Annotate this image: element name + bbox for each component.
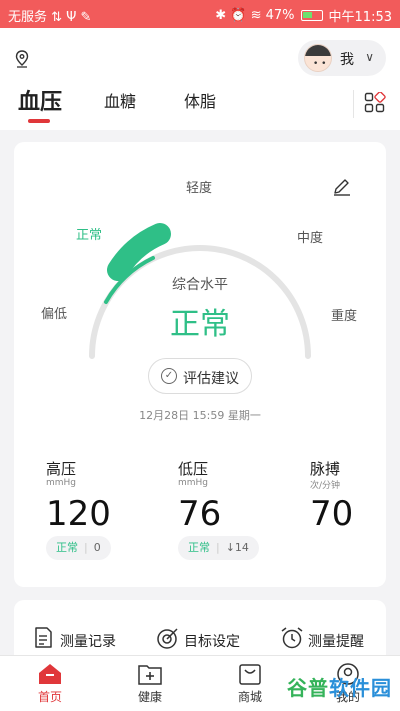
battery-icon [300,10,323,21]
metric-diastolic[interactable]: 低压 mmHg 76 正常 | ↓14 [178,458,298,568]
metric-systolic[interactable]: 高压 mmHg 120 正常 | 0 [46,458,166,568]
home-icon [39,664,61,684]
status-text: 正常 [188,541,210,554]
clock: 中午11:53 [328,10,392,25]
metric-value: 120 [46,494,111,534]
tab-blood-pressure[interactable]: 血压 [18,84,62,116]
metric-pulse[interactable]: 脉搏 次/分钟 70 [310,458,370,568]
check-circle-icon: ✓ [161,368,177,384]
gauge-caption: 综合水平 [172,277,228,293]
user-name: 我 [340,52,354,68]
advice-button-label: 评估建议 [183,371,239,387]
metric-unit: mmHg [46,478,77,488]
tabbar-label: 健康 [137,690,162,704]
tool-label: 目标设定 [184,634,240,650]
status-icons: ✱ ⏰ ≋ 47% [215,8,295,23]
watermark-logo: 谷普软件园 [287,676,392,700]
tabbar-health[interactable]: 健康 [120,662,180,705]
metric-unit: 次/分钟 [310,481,341,491]
level-label-normal: 正常 [76,228,102,243]
level-label-mild: 轻度 [186,180,212,196]
active-tab-indicator [28,119,50,123]
user-switcher[interactable]: • • 我 ∨ [298,40,386,76]
status-count: 0 [93,541,101,554]
measurement-timestamp: 12月28日 15:59 星期一 [139,409,261,422]
advice-button[interactable]: ✓ 评估建议 [148,358,252,394]
level-label-low: 偏低 [41,307,67,322]
metric-unit: mmHg [178,478,209,488]
metric-name: 高压 [46,460,77,478]
tabbar-label: 商城 [237,690,262,704]
gauge-value: 正常 [170,307,230,342]
tab-body-fat[interactable]: 体脂 [184,88,216,112]
metric-value: 70 [310,494,354,534]
status-text: 正常 [56,541,78,554]
grid-menu-icon[interactable] [364,92,386,114]
metric-name: 脉搏 [310,460,341,478]
chevron-down-icon: ∨ [365,50,374,64]
edit-icon[interactable] [332,176,352,196]
alarm-icon [281,627,303,649]
record-icon [35,627,52,648]
metric-status-pill: 正常 | ↓14 [178,536,259,560]
health-folder-icon [138,665,162,685]
carrier-text: 无服务 ⇅ Ψ ✎ [8,10,92,25]
avatar: • • [304,44,332,72]
tabbar-home[interactable]: 首页 [20,662,80,705]
header: • • 我 ∨ 血压 血糖 体脂 [0,28,400,130]
target-icon [157,628,178,649]
tabbar-label: 首页 [37,690,62,704]
level-gauge: 偏低 正常 轻度 中度 重度 综合水平 正常 [41,180,357,359]
metric-status-pill: 正常 | 0 [46,536,111,560]
location-pin-icon[interactable] [14,50,30,68]
status-count: ↓14 [225,541,249,554]
tool-label: 测量提醒 [308,634,364,650]
status-bar: 无服务 ⇅ Ψ ✎ ✱ ⏰ ≋ 47% 中午11:53 [0,0,400,28]
shopping-bag-icon [239,664,261,685]
level-label-moderate: 中度 [297,230,323,246]
metric-value: 76 [178,494,222,534]
tab-blood-sugar[interactable]: 血糖 [104,88,136,112]
category-tabs: 血压 血糖 体脂 [0,88,400,128]
tool-label: 测量记录 [60,634,116,650]
blood-pressure-card: 偏低 正常 轻度 中度 重度 综合水平 正常 ✓ 评估建议 12月28日 15:… [14,142,386,587]
metric-name: 低压 [178,460,209,478]
level-label-severe: 重度 [331,308,357,324]
tabbar-shop[interactable]: 商城 [220,662,280,705]
divider [353,90,354,118]
